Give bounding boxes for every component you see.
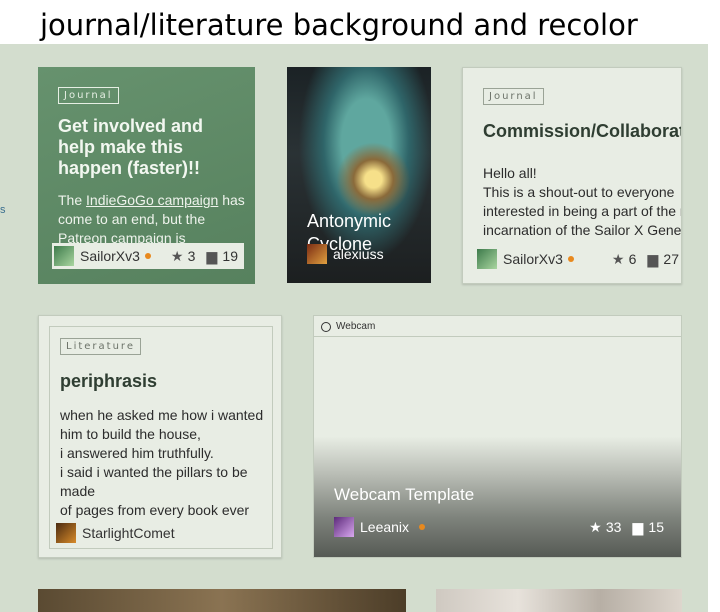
card-footer: SailorXv3 ★ 3 ▆ 19 <box>52 243 244 269</box>
card-title[interactable]: Get involved and help make this happen (… <box>58 116 241 179</box>
comment-icon: ▆ <box>632 518 644 535</box>
journal-tag: Journal <box>58 87 119 104</box>
card-footer: alexiuss <box>307 244 384 264</box>
journal-tag: Journal <box>483 88 544 105</box>
comment-icon: ▆ <box>647 250 659 267</box>
card-footer: Leeanix ★ 33 ▆ 15 <box>334 517 664 537</box>
webcam-icon <box>321 321 331 332</box>
left-edge-text: s <box>0 204 6 216</box>
divider <box>314 336 681 337</box>
literature-card-periphrasis[interactable]: Literature periphrasis when he asked me … <box>38 315 282 558</box>
avatar[interactable] <box>477 249 497 269</box>
card-title[interactable]: periphrasis <box>60 371 272 392</box>
next-card-thumbnail[interactable] <box>38 589 406 612</box>
journal-card-get-involved[interactable]: Journal Get involved and help make this … <box>38 67 255 284</box>
comments-count[interactable]: ▆ 15 <box>631 519 664 536</box>
deviation-grid: s Journal Get involved and help make thi… <box>0 44 708 612</box>
card-excerpt: The IndieGoGo campaign has come to an en… <box>58 192 245 246</box>
card-excerpt: Hello all! This is a shout-out to everyo… <box>483 165 682 238</box>
status-dot <box>144 253 151 259</box>
favourites-count[interactable]: ★ 3 <box>171 248 196 265</box>
webcam-label: Webcam <box>321 321 375 332</box>
next-card-thumbnail[interactable] <box>436 589 682 612</box>
card-excerpt: when he asked me how i wanted him to bui… <box>60 407 264 518</box>
comments-count[interactable]: ▆ 27 <box>646 251 679 268</box>
artwork-card-antonymic-cyclone[interactable]: Antonymic Cyclone alexiuss <box>287 67 431 283</box>
star-icon: ★ <box>170 247 184 264</box>
star-icon: ★ <box>589 518 602 535</box>
card-footer: StarlightComet <box>56 523 175 543</box>
comments-count[interactable]: ▆ 19 <box>205 248 238 265</box>
author-name[interactable]: StarlightComet <box>82 525 175 541</box>
avatar[interactable] <box>54 246 74 266</box>
favourites-count[interactable]: ★ 33 <box>589 518 621 536</box>
card-inner-frame: Literature periphrasis when he asked me … <box>49 326 273 549</box>
status-dot <box>567 256 574 262</box>
indiegogo-link[interactable]: IndieGoGo campaign <box>86 192 218 208</box>
card-title[interactable]: Webcam Template <box>334 485 474 505</box>
avatar[interactable] <box>334 517 354 537</box>
image-caption: journal/literature background and recolo… <box>40 8 638 42</box>
author-name[interactable]: Leeanix <box>360 519 409 535</box>
avatar[interactable] <box>56 523 76 543</box>
author-name[interactable]: alexiuss <box>333 246 384 262</box>
avatar[interactable] <box>307 244 327 264</box>
literature-tag: Literature <box>60 338 141 355</box>
status-dot <box>419 524 426 530</box>
author-name[interactable]: SailorXv3 <box>80 248 140 264</box>
comment-icon: ▆ <box>206 247 218 264</box>
journal-card-commission[interactable]: Journal Commission/Collaborat call!! Hel… <box>462 67 682 284</box>
favourites-count[interactable]: ★ 6 <box>612 251 637 268</box>
webcam-card-template[interactable]: Webcam Webcam Template Leeanix ★ 33 ▆ 15 <box>313 315 682 558</box>
card-footer: SailorXv3 ★ 6 ▆ 27 <box>477 249 681 269</box>
card-title[interactable]: Commission/Collaborat call!! <box>483 121 681 142</box>
author-name[interactable]: SailorXv3 <box>503 251 563 267</box>
star-icon: ★ <box>611 250 625 267</box>
